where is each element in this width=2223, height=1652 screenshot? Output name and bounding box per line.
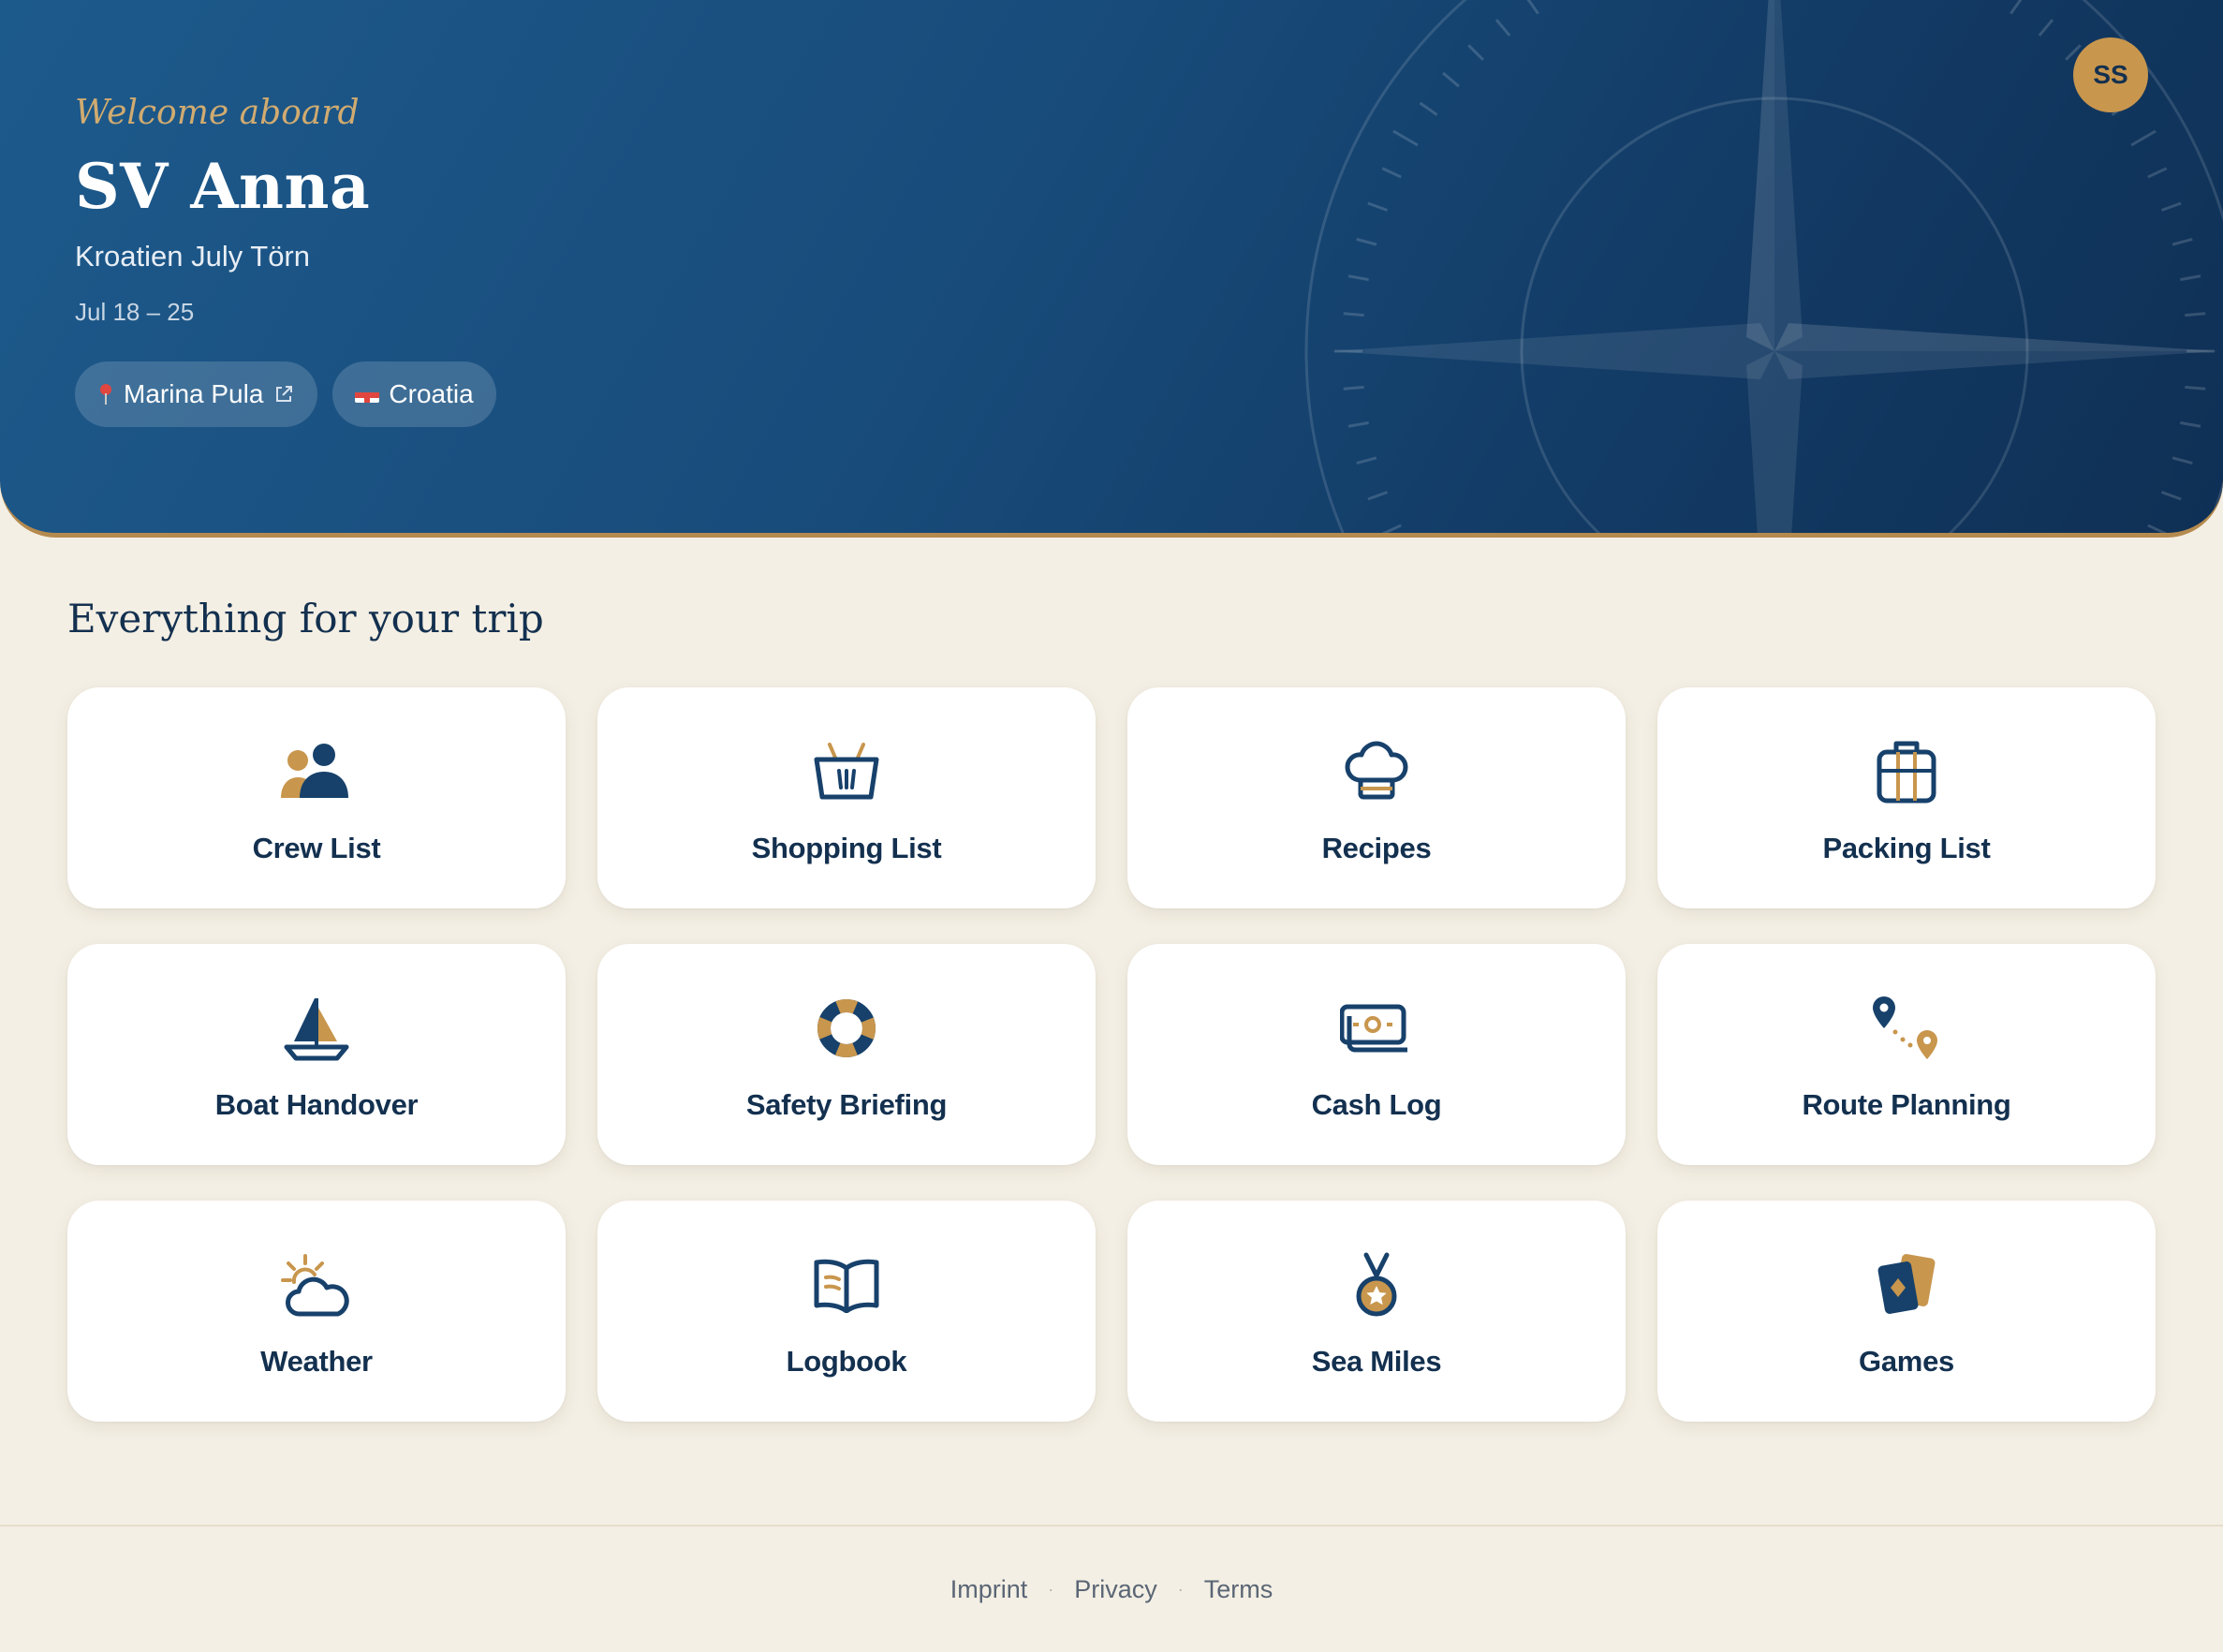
tile-boat-handover[interactable]: Boat Handover xyxy=(67,944,566,1165)
compass-tick xyxy=(2185,312,2206,317)
compass-tick xyxy=(2171,237,2193,246)
compass-tick xyxy=(1347,274,1369,282)
tile-label: Recipes xyxy=(1321,832,1432,864)
crew-icon xyxy=(281,744,348,798)
tile-label: Sea Miles xyxy=(1311,1345,1442,1378)
marina-chip-label: Marina Pula xyxy=(124,379,264,408)
compass-tick xyxy=(1343,312,1364,317)
compass-tick xyxy=(2185,385,2206,391)
footer-imprint-link[interactable]: Imprint xyxy=(950,1575,1028,1604)
sailboat-icon xyxy=(284,998,349,1061)
tile-packing-list[interactable]: Packing List xyxy=(1657,687,2156,908)
tile-logbook[interactable]: Logbook xyxy=(597,1201,1096,1422)
compass-tick xyxy=(2180,274,2201,282)
compass-tick xyxy=(2147,524,2168,533)
tile-label: Games xyxy=(1859,1345,1954,1378)
footer: Imprint · Privacy · Terms xyxy=(0,1525,2223,1652)
tile-label: Safety Briefing xyxy=(745,1088,948,1121)
suitcase-icon xyxy=(1877,741,1936,804)
money-icon xyxy=(1340,1004,1407,1053)
hero-header: Welcome aboard SV Anna Kroatien July Tör… xyxy=(0,0,2223,538)
compass-tick xyxy=(1526,0,1539,15)
compass-tick xyxy=(1356,456,1377,465)
footer-separator: · xyxy=(1177,1579,1184,1599)
compass-tick xyxy=(2160,491,2182,501)
tile-recipes[interactable]: Recipes xyxy=(1127,687,1626,908)
tile-label: Shopping List xyxy=(751,832,942,864)
compass-tick xyxy=(2130,129,2157,147)
compass-tick xyxy=(2180,420,2201,428)
trip-dates: Jul 18 – 25 xyxy=(75,298,195,326)
country-chip[interactable]: Croatia xyxy=(332,361,496,427)
compass-tick xyxy=(2010,0,2023,15)
tile-label: Crew List xyxy=(252,832,381,864)
book-icon xyxy=(814,1259,879,1313)
footer-separator: · xyxy=(1048,1579,1054,1599)
feature-grid: Crew List Shopping List Recipes Packing … xyxy=(67,687,2156,1422)
compass-tick xyxy=(1419,101,1438,116)
tile-label: Route Planning xyxy=(1802,1088,2011,1121)
compass-tick xyxy=(2038,19,2054,37)
tile-safety-briefing[interactable]: Safety Briefing xyxy=(597,944,1096,1165)
tile-label: Weather xyxy=(260,1345,373,1378)
section-title: Everything for your trip xyxy=(67,596,544,642)
compass-tick xyxy=(2147,167,2168,179)
boat-name: SV Anna xyxy=(75,150,371,223)
tile-route-planning[interactable]: Route Planning xyxy=(1657,944,2156,1165)
tile-label: Cash Log xyxy=(1311,1088,1442,1121)
country-chip-label: Croatia xyxy=(389,379,474,408)
tile-label: Boat Handover xyxy=(214,1088,419,1121)
compass-tick xyxy=(1367,491,1389,501)
footer-privacy-link[interactable]: Privacy xyxy=(1074,1575,1157,1604)
weather-icon xyxy=(281,1254,349,1317)
tile-label: Packing List xyxy=(1822,832,1991,864)
footer-terms-link[interactable]: Terms xyxy=(1204,1575,1273,1604)
basket-icon xyxy=(814,743,879,800)
route-icon xyxy=(1873,996,1937,1059)
tile-shopping-list[interactable]: Shopping List xyxy=(597,687,1096,908)
croatia-flag-icon xyxy=(355,386,380,403)
compass-tick xyxy=(1442,71,1460,88)
compass-tick xyxy=(1347,420,1369,428)
compass-tick xyxy=(1343,385,1364,391)
tile-games[interactable]: Games xyxy=(1657,1201,2156,1422)
compass-tick xyxy=(1381,167,1402,179)
compass-tick xyxy=(1367,201,1389,212)
medal-icon xyxy=(1356,1252,1397,1317)
trip-chips: Marina Pula Croatia xyxy=(75,361,496,427)
user-avatar[interactable]: SS xyxy=(2073,37,2148,112)
compass-tick xyxy=(1356,237,1377,246)
marina-chip[interactable]: Marina Pula xyxy=(75,361,318,427)
compass-tick xyxy=(1381,524,1402,533)
external-link-icon xyxy=(276,386,293,402)
compass-tick xyxy=(2171,456,2193,465)
compass-tick xyxy=(1467,44,1484,61)
welcome-text: Welcome aboard xyxy=(75,94,360,132)
tile-sea-miles[interactable]: Sea Miles xyxy=(1127,1201,1626,1422)
tile-cash-log[interactable]: Cash Log xyxy=(1127,944,1626,1165)
trip-name: Kroatien July Törn xyxy=(75,240,310,273)
compass-tick xyxy=(2160,201,2182,212)
tile-weather[interactable]: Weather xyxy=(67,1201,566,1422)
lifebuoy-icon xyxy=(817,999,876,1057)
cards-icon xyxy=(1877,1254,1936,1314)
tile-label: Logbook xyxy=(786,1345,907,1378)
tile-crew-list[interactable]: Crew List xyxy=(67,687,566,908)
map-pin-icon xyxy=(100,384,111,405)
compass-tick xyxy=(1392,129,1419,147)
chef-hat-icon xyxy=(1345,741,1408,800)
compass-tick xyxy=(1494,19,1511,37)
